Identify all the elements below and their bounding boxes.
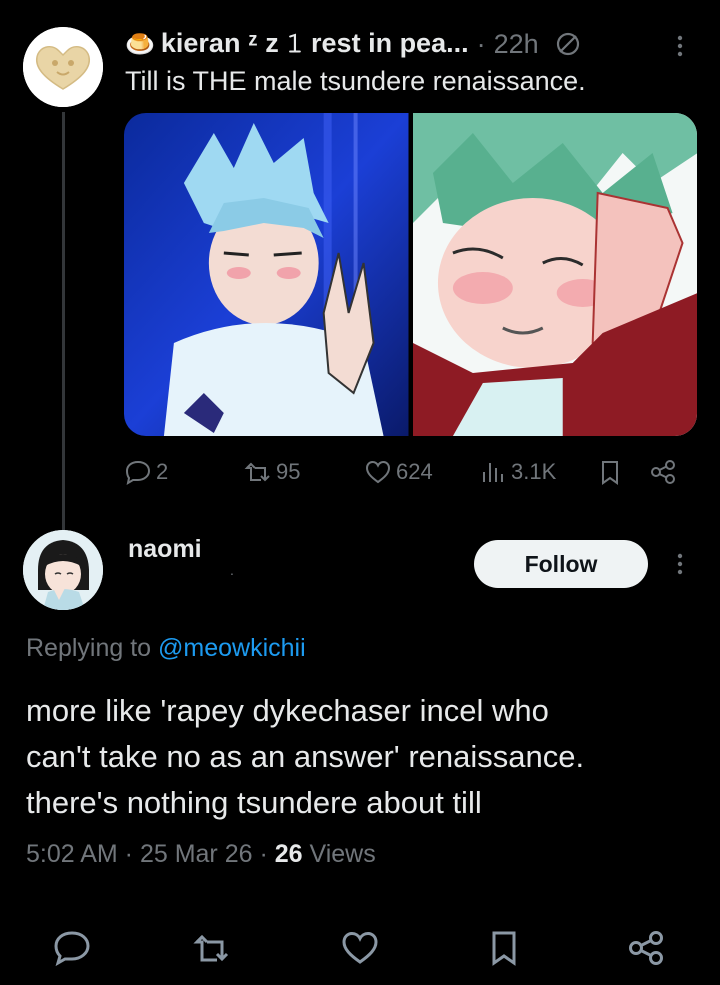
- bookmark-icon[interactable]: [484, 928, 524, 968]
- share-icon: [651, 460, 675, 484]
- tweet-date[interactable]: 25 Mar 26: [140, 840, 253, 868]
- more-options-icon[interactable]: [668, 34, 692, 58]
- reply-display-name[interactable]: naomi: [128, 535, 202, 564]
- display-name[interactable]: kieran ᶻ z 𝟷 rest in pea...: [161, 28, 469, 60]
- parent-tweet-header: 🍮 kieran ᶻ z 𝟷 rest in pea... · 22h: [125, 26, 581, 62]
- reply-icon: [125, 460, 151, 486]
- pudding-emoji: 🍮: [125, 30, 155, 58]
- blushing-illustration-image: [412, 113, 697, 436]
- meta-separator: ·: [117, 840, 140, 868]
- avatar[interactable]: [23, 27, 103, 107]
- reply-icon[interactable]: [52, 928, 92, 968]
- thread-connector-line: [62, 112, 65, 530]
- repost-action[interactable]: 95: [244, 452, 300, 492]
- replying-to: Replying to @meowkichii: [26, 634, 306, 663]
- share-action[interactable]: [649, 452, 681, 492]
- reply-action[interactable]: 2: [124, 452, 168, 492]
- reply-text-line: can't take no as an answer' renaissance.: [26, 739, 585, 774]
- replying-prefix: Replying to: [26, 634, 159, 662]
- heart-face-avatar-icon: [23, 27, 103, 107]
- girl-portrait-avatar-icon: [23, 530, 103, 610]
- repost-count: 95: [276, 459, 301, 484]
- heart-icon[interactable]: [340, 928, 380, 968]
- repost-icon: [244, 462, 270, 482]
- tweet-time[interactable]: 22h: [494, 29, 539, 60]
- more-options-icon[interactable]: [668, 552, 692, 576]
- reply-text-line: there's nothing tsundere about till: [26, 785, 482, 820]
- reply-text-line: more like 'rapey dykechaser incel who: [26, 693, 549, 728]
- share-icon[interactable]: [626, 928, 666, 968]
- tweet-actions: 2 95 624 3.1K: [124, 452, 684, 492]
- media-image-left[interactable]: [124, 113, 409, 436]
- like-count: 624: [396, 459, 433, 484]
- separator-dot: ·: [476, 28, 486, 59]
- tweet-text: Till is THE male tsundere renaissance.: [125, 66, 586, 96]
- replying-handle-link[interactable]: @meowkichii: [158, 634, 306, 662]
- tweet-media[interactable]: [124, 113, 697, 436]
- follow-button[interactable]: Follow: [474, 540, 648, 588]
- bookmark-icon: [602, 461, 618, 485]
- views-count: 26: [274, 840, 303, 868]
- name-dot: .: [230, 562, 234, 578]
- views-action[interactable]: 3.1K: [479, 452, 556, 492]
- meta-separator: ·: [252, 840, 275, 868]
- tweet-time[interactable]: 5:02 AM: [26, 840, 118, 868]
- heart-icon: [365, 460, 391, 484]
- reply-count: 2: [156, 459, 169, 484]
- like-action[interactable]: 624: [364, 452, 433, 492]
- bookmark-action[interactable]: [596, 452, 628, 492]
- views-label: Views: [302, 840, 376, 868]
- avatar[interactable]: [23, 530, 103, 610]
- reply-action-bar: [0, 922, 720, 972]
- tweet-meta: 5:02 AM · 25 Mar 26 · 26 Views: [26, 840, 376, 869]
- repost-icon[interactable]: [192, 928, 232, 968]
- views-bar-icon: [483, 463, 503, 482]
- concert-illustration-image: [124, 113, 409, 436]
- ghost-icon: [556, 32, 579, 56]
- views-count: 3.1K: [511, 459, 557, 484]
- media-image-right[interactable]: [412, 113, 697, 436]
- reply-text: more like 'rapey dykechaser incel who ca…: [26, 688, 706, 826]
